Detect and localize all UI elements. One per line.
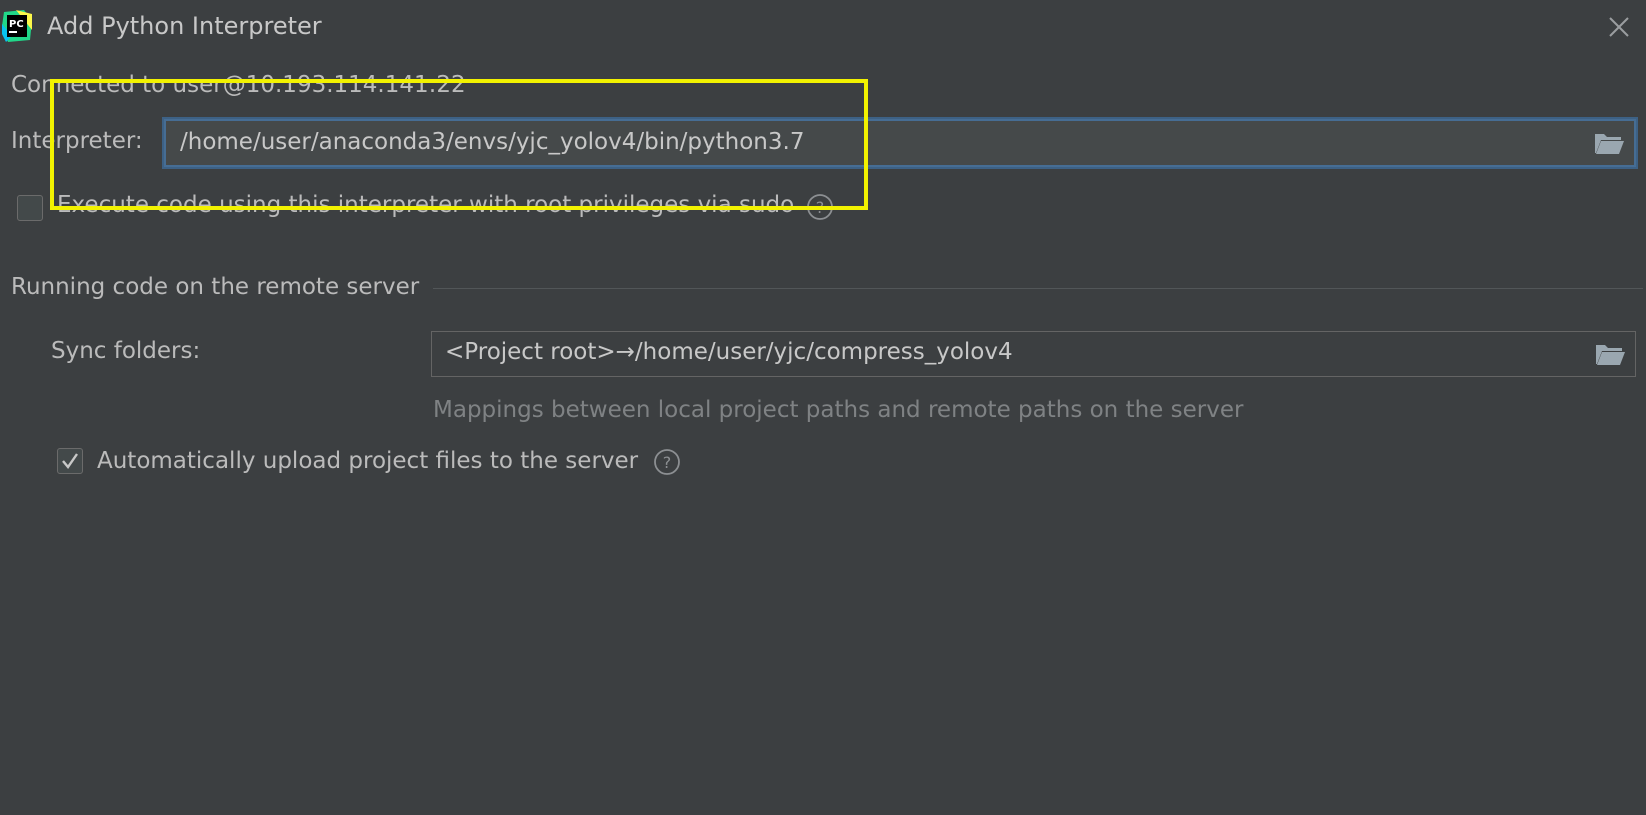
sync-folders-field[interactable]: <Project root>→/home/user/yjc/compress_y… [431, 331, 1636, 377]
sync-folders-value[interactable]: <Project root>→/home/user/yjc/compress_y… [445, 339, 1013, 365]
dialog-title: Add Python Interpreter [47, 12, 322, 40]
sudo-checkbox[interactable] [17, 195, 43, 221]
section-divider [433, 288, 1643, 289]
interpreter-label: Interpreter: [11, 128, 143, 154]
svg-text:?: ? [663, 453, 672, 472]
help-icon[interactable]: ? [653, 448, 681, 476]
interpreter-path-field[interactable]: /home/user/anaconda3/envs/yjc_yolov4/bin… [164, 119, 1636, 167]
sync-folders-hint: Mappings between local project paths and… [433, 397, 1244, 423]
sudo-checkbox-label[interactable]: Execute code using this interpreter with… [57, 192, 794, 218]
interpreter-path-value[interactable]: /home/user/anaconda3/envs/yjc_yolov4/bin… [180, 129, 804, 155]
add-python-interpreter-dialog: PC Add Python Interpreter Connected to u… [0, 0, 1646, 815]
auto-upload-label[interactable]: Automatically upload project files to th… [97, 448, 638, 474]
folder-open-icon[interactable] [1592, 128, 1626, 158]
sync-folders-label: Sync folders: [51, 338, 201, 364]
title-bar: PC Add Python Interpreter [0, 0, 1646, 56]
connection-status: Connected to user@10.193.114.141:22 [11, 72, 466, 98]
app-icon-text: PC [9, 19, 24, 30]
auto-upload-checkbox[interactable] [57, 448, 83, 474]
pycharm-logo-icon: PC [2, 10, 32, 42]
help-icon[interactable]: ? [806, 193, 834, 221]
checkmark-icon [62, 453, 78, 469]
folder-open-icon[interactable] [1593, 339, 1627, 369]
close-icon[interactable] [1604, 12, 1634, 42]
remote-section-title: Running code on the remote server [11, 274, 420, 300]
svg-text:?: ? [816, 198, 825, 217]
